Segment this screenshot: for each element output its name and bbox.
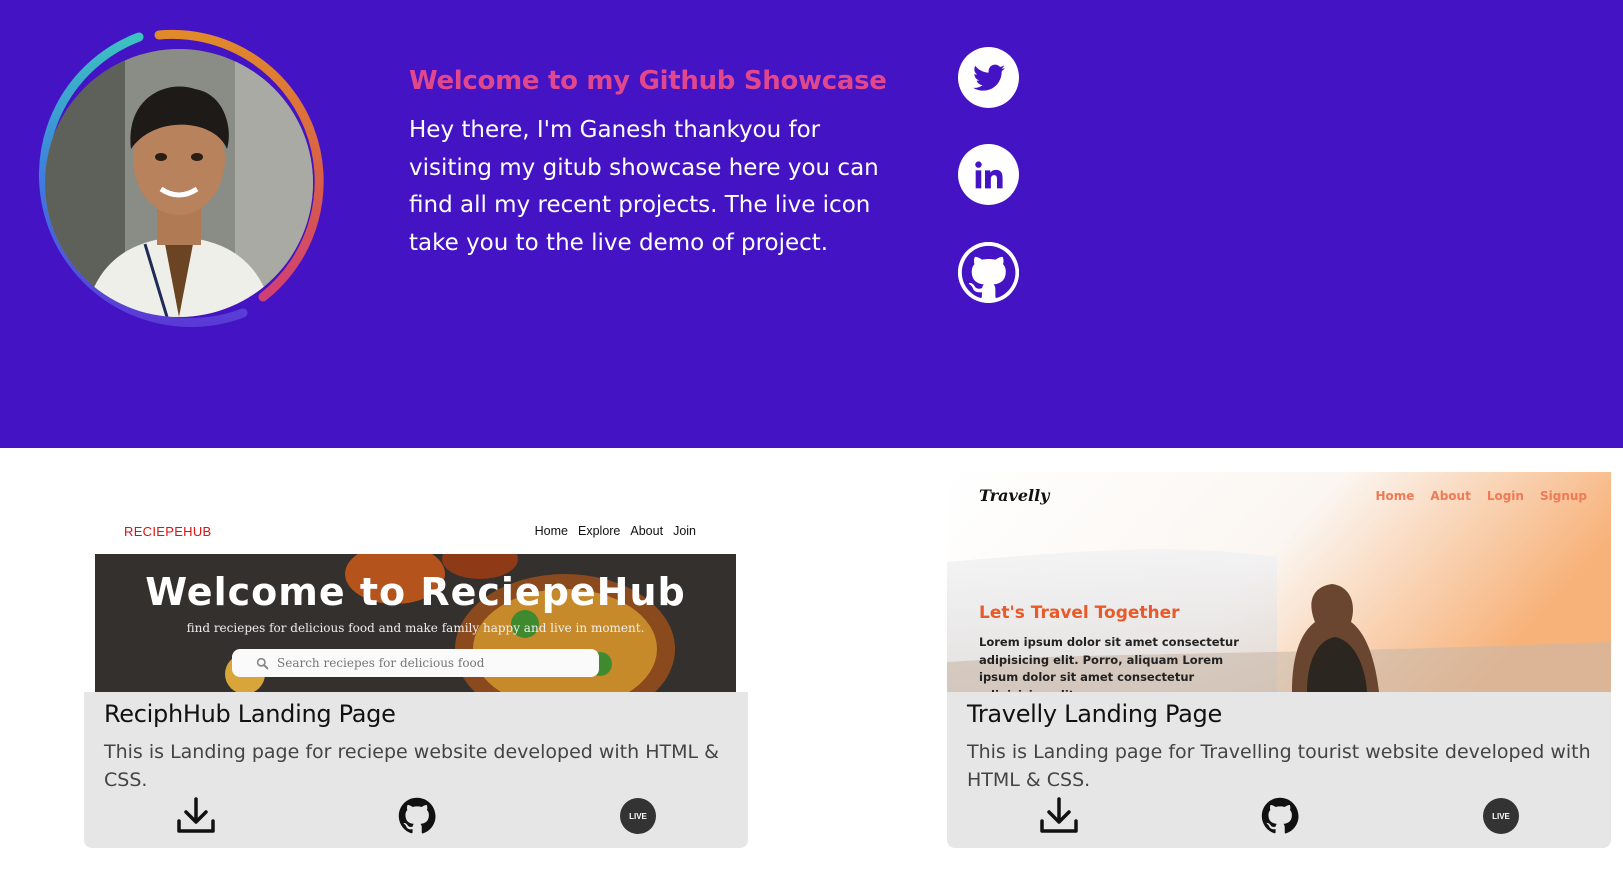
preview-headline: Let's Travel Together xyxy=(979,603,1180,623)
preview-nav-item: Join xyxy=(673,524,696,538)
intro-text: Hey there, I'm Ganesh thankyou for visit… xyxy=(409,117,879,256)
preview-nav-item: Home xyxy=(1375,489,1415,503)
linkedin-link[interactable] xyxy=(958,144,1019,205)
download-icon xyxy=(177,797,215,833)
github-icon xyxy=(958,242,1019,303)
download-button[interactable] xyxy=(1039,796,1079,836)
preview-nav-item: Home xyxy=(534,524,568,538)
github-repo-button[interactable] xyxy=(397,796,437,836)
project-title: Travelly Landing Page xyxy=(967,700,1222,728)
preview-nav: Home Explore About Join xyxy=(535,524,696,538)
preview-brand: Travelly xyxy=(979,486,1050,505)
download-button[interactable] xyxy=(176,796,216,836)
preview-nav-item: Explore xyxy=(578,524,621,538)
intro-title: Welcome to my Github Showcase xyxy=(409,66,887,96)
github-icon xyxy=(1261,797,1299,834)
live-demo-button[interactable]: LIVE xyxy=(1481,796,1521,836)
profile-avatar xyxy=(23,27,335,339)
preview-search: Search reciepes for delicious food xyxy=(232,649,599,677)
twitter-link[interactable] xyxy=(958,47,1019,108)
preview-body: Lorem ipsum dolor sit amet consectetur a… xyxy=(979,635,1239,692)
preview-nav-item: Login xyxy=(1486,489,1524,503)
preview-nav-item: About xyxy=(630,524,664,538)
reciphub-preview[interactable]: RECIEPEHUB Home Explore About Join Welco… xyxy=(84,500,748,693)
twitter-icon xyxy=(972,64,1005,91)
preview-banner: Welcome to ReciepeHub find reciepes for … xyxy=(95,554,736,693)
avatar-photo xyxy=(45,49,313,317)
live-badge: LIVE xyxy=(620,798,656,834)
travelly-preview[interactable]: Travelly Home About Login Signup Let's T… xyxy=(947,472,1611,692)
preview-brand: RECIEPEHUB xyxy=(124,524,212,539)
preview-banner-subtitle: find reciepes for delicious food and mak… xyxy=(186,621,645,635)
github-icon xyxy=(398,797,436,834)
project-card-travelly: Travelly Landing Page This is Landing pa… xyxy=(947,692,1611,848)
project-card-reciphub: ReciphHub Landing Page This is Landing p… xyxy=(84,692,748,848)
search-icon xyxy=(256,657,269,669)
preview-nav-item: About xyxy=(1430,489,1471,503)
intro-block: Welcome to my Github Showcase Hey there,… xyxy=(409,66,909,262)
github-repo-button[interactable] xyxy=(1260,796,1300,836)
preview-banner-title: Welcome to ReciepeHub xyxy=(145,570,686,614)
github-link[interactable] xyxy=(958,242,1019,303)
live-badge: LIVE xyxy=(1483,798,1519,834)
preview-nav: Home About Login Signup xyxy=(1375,489,1587,503)
live-demo-button[interactable]: LIVE xyxy=(618,796,658,836)
linkedin-icon xyxy=(974,160,1003,188)
project-title: ReciphHub Landing Page xyxy=(104,700,396,728)
hero-section: Welcome to my Github Showcase Hey there,… xyxy=(0,0,1623,448)
preview-nav-item: Signup xyxy=(1539,489,1587,503)
project-description: This is Landing page for reciepe website… xyxy=(104,741,719,791)
download-icon xyxy=(1040,797,1078,833)
project-description: This is Landing page for Travelling tour… xyxy=(967,741,1591,791)
preview-search-placeholder: Search reciepes for delicious food xyxy=(277,656,485,670)
